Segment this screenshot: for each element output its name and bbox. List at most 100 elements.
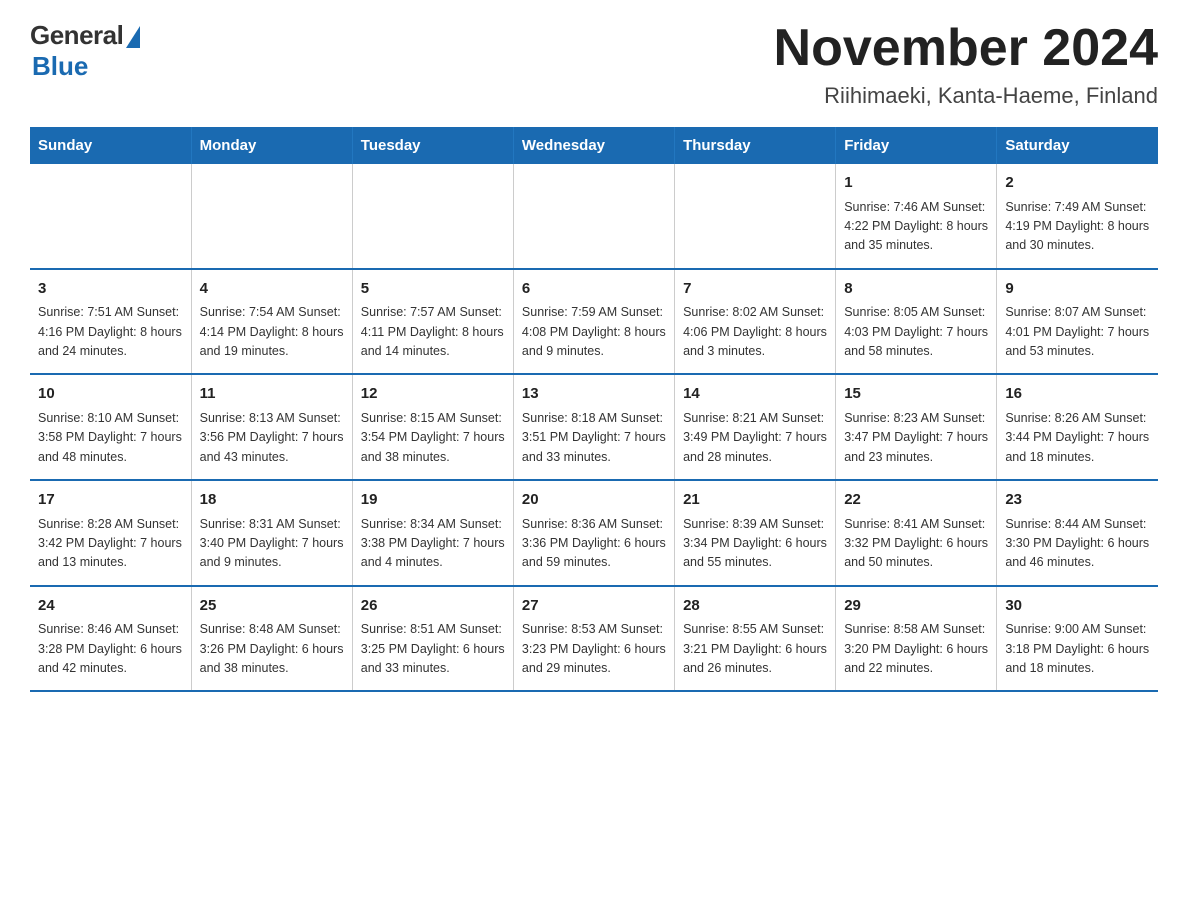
day-info: Sunrise: 7:51 AM Sunset: 4:16 PM Dayligh…: [38, 303, 183, 361]
calendar-day-cell: 29Sunrise: 8:58 AM Sunset: 3:20 PM Dayli…: [836, 586, 997, 692]
day-number: 29: [844, 595, 988, 618]
day-info: Sunrise: 7:57 AM Sunset: 4:11 PM Dayligh…: [361, 303, 505, 361]
day-info: Sunrise: 7:59 AM Sunset: 4:08 PM Dayligh…: [522, 303, 666, 361]
calendar-day-cell: 5Sunrise: 7:57 AM Sunset: 4:11 PM Daylig…: [352, 269, 513, 375]
title-area: November 2024 Riihimaeki, Kanta-Haeme, F…: [774, 20, 1158, 109]
calendar-week-row: 1 Sunrise: 7:46 AM Sunset: 4:22 PM Daylig…: [30, 164, 1158, 269]
calendar-day-cell: 12 Sunrise: 8:15 AM Sunset: 3:54 PM Dayli…: [352, 374, 513, 480]
day-of-week-header: Wednesday: [513, 127, 674, 164]
day-info: Sunrise: 8:07 AM Sunset: 4:01 PM Dayligh…: [1005, 303, 1150, 361]
logo-blue-text: Blue: [32, 51, 88, 82]
day-info: Sunrise: 8:36 AM Sunset: 3:36 PM Dayligh…: [522, 515, 666, 573]
day-number: 6: [522, 278, 666, 301]
calendar-day-cell: 26Sunrise: 8:51 AM Sunset: 3:25 PM Dayli…: [352, 586, 513, 692]
calendar-day-cell: 13Sunrise: 8:18 AM Sunset: 3:51 PM Dayli…: [513, 374, 674, 480]
day-info: Sunrise: 8:31 AM Sunset: 3:40 PM Dayligh…: [200, 515, 344, 573]
calendar-day-cell: [675, 164, 836, 269]
calendar-table: SundayMondayTuesdayWednesdayThursdayFrid…: [30, 127, 1158, 692]
calendar-day-cell: 24Sunrise: 8:46 AM Sunset: 3:28 PM Dayli…: [30, 586, 191, 692]
calendar-day-cell: [191, 164, 352, 269]
calendar-day-cell: 20 Sunrise: 8:36 AM Sunset: 3:36 PM Dayli…: [513, 480, 674, 586]
day-info: Sunrise: 8:15 AM Sunset: 3:54 PM Dayligh…: [361, 409, 505, 467]
day-number: 4: [200, 278, 344, 301]
calendar-day-cell: 27Sunrise: 8:53 AM Sunset: 3:23 PM Dayli…: [513, 586, 674, 692]
day-number: 12: [361, 383, 505, 406]
day-info: Sunrise: 8:48 AM Sunset: 3:26 PM Dayligh…: [200, 620, 344, 678]
day-number: 22: [844, 489, 988, 512]
day-info: Sunrise: 8:34 AM Sunset: 3:38 PM Dayligh…: [361, 515, 505, 573]
day-info: Sunrise: 8:39 AM Sunset: 3:34 PM Dayligh…: [683, 515, 827, 573]
day-number: 14: [683, 383, 827, 406]
calendar-day-cell: 23 Sunrise: 8:44 AM Sunset: 3:30 PM Dayli…: [997, 480, 1158, 586]
day-number: 20: [522, 489, 666, 512]
day-number: 2: [1005, 172, 1150, 195]
calendar-day-cell: 8Sunrise: 8:05 AM Sunset: 4:03 PM Daylig…: [836, 269, 997, 375]
day-info: Sunrise: 8:05 AM Sunset: 4:03 PM Dayligh…: [844, 303, 988, 361]
day-of-week-header: Friday: [836, 127, 997, 164]
calendar-day-cell: 30Sunrise: 9:00 AM Sunset: 3:18 PM Dayli…: [997, 586, 1158, 692]
day-number: 26: [361, 595, 505, 618]
day-info: Sunrise: 7:49 AM Sunset: 4:19 PM Dayligh…: [1005, 198, 1150, 256]
calendar-day-cell: 6Sunrise: 7:59 AM Sunset: 4:08 PM Daylig…: [513, 269, 674, 375]
calendar-day-cell: 11 Sunrise: 8:13 AM Sunset: 3:56 PM Dayli…: [191, 374, 352, 480]
day-number: 21: [683, 489, 827, 512]
calendar-day-cell: 7Sunrise: 8:02 AM Sunset: 4:06 PM Daylig…: [675, 269, 836, 375]
calendar-week-row: 24Sunrise: 8:46 AM Sunset: 3:28 PM Dayli…: [30, 586, 1158, 692]
day-info: Sunrise: 8:41 AM Sunset: 3:32 PM Dayligh…: [844, 515, 988, 573]
day-of-week-header: Saturday: [997, 127, 1158, 164]
day-info: Sunrise: 8:21 AM Sunset: 3:49 PM Dayligh…: [683, 409, 827, 467]
day-of-week-header: Sunday: [30, 127, 191, 164]
day-number: 11: [200, 383, 344, 406]
page-header: General Blue November 2024 Riihimaeki, K…: [30, 20, 1158, 109]
calendar-day-cell: 17 Sunrise: 8:28 AM Sunset: 3:42 PM Dayli…: [30, 480, 191, 586]
calendar-header-row: SundayMondayTuesdayWednesdayThursdayFrid…: [30, 127, 1158, 164]
calendar-day-cell: [30, 164, 191, 269]
day-info: Sunrise: 8:58 AM Sunset: 3:20 PM Dayligh…: [844, 620, 988, 678]
calendar-day-cell: 18 Sunrise: 8:31 AM Sunset: 3:40 PM Dayli…: [191, 480, 352, 586]
day-info: Sunrise: 8:26 AM Sunset: 3:44 PM Dayligh…: [1005, 409, 1150, 467]
logo-triangle-icon: [126, 26, 140, 48]
calendar-day-cell: 10 Sunrise: 8:10 AM Sunset: 3:58 PM Dayli…: [30, 374, 191, 480]
calendar-day-cell: 19 Sunrise: 8:34 AM Sunset: 3:38 PM Dayli…: [352, 480, 513, 586]
logo-general-text: General: [30, 20, 123, 51]
calendar-day-cell: 4Sunrise: 7:54 AM Sunset: 4:14 PM Daylig…: [191, 269, 352, 375]
day-number: 17: [38, 489, 183, 512]
day-number: 1: [844, 172, 988, 195]
calendar-week-row: 10 Sunrise: 8:10 AM Sunset: 3:58 PM Dayli…: [30, 374, 1158, 480]
calendar-day-cell: 16 Sunrise: 8:26 AM Sunset: 3:44 PM Dayli…: [997, 374, 1158, 480]
day-number: 28: [683, 595, 827, 618]
day-info: Sunrise: 8:23 AM Sunset: 3:47 PM Dayligh…: [844, 409, 988, 467]
day-number: 7: [683, 278, 827, 301]
main-title: November 2024: [774, 20, 1158, 77]
day-number: 18: [200, 489, 344, 512]
calendar-day-cell: 22 Sunrise: 8:41 AM Sunset: 3:32 PM Dayli…: [836, 480, 997, 586]
day-number: 19: [361, 489, 505, 512]
calendar-day-cell: 14 Sunrise: 8:21 AM Sunset: 3:49 PM Dayli…: [675, 374, 836, 480]
day-number: 23: [1005, 489, 1150, 512]
subtitle: Riihimaeki, Kanta-Haeme, Finland: [774, 83, 1158, 109]
day-number: 27: [522, 595, 666, 618]
day-info: Sunrise: 8:02 AM Sunset: 4:06 PM Dayligh…: [683, 303, 827, 361]
day-number: 24: [38, 595, 183, 618]
day-info: Sunrise: 8:18 AM Sunset: 3:51 PM Dayligh…: [522, 409, 666, 467]
day-info: Sunrise: 8:53 AM Sunset: 3:23 PM Dayligh…: [522, 620, 666, 678]
day-info: Sunrise: 8:46 AM Sunset: 3:28 PM Dayligh…: [38, 620, 183, 678]
day-info: Sunrise: 7:54 AM Sunset: 4:14 PM Dayligh…: [200, 303, 344, 361]
day-of-week-header: Thursday: [675, 127, 836, 164]
day-number: 10: [38, 383, 183, 406]
day-info: Sunrise: 8:13 AM Sunset: 3:56 PM Dayligh…: [200, 409, 344, 467]
calendar-week-row: 3Sunrise: 7:51 AM Sunset: 4:16 PM Daylig…: [30, 269, 1158, 375]
day-number: 3: [38, 278, 183, 301]
calendar-day-cell: 9Sunrise: 8:07 AM Sunset: 4:01 PM Daylig…: [997, 269, 1158, 375]
calendar-day-cell: 1 Sunrise: 7:46 AM Sunset: 4:22 PM Daylig…: [836, 164, 997, 269]
day-info: Sunrise: 7:46 AM Sunset: 4:22 PM Dayligh…: [844, 198, 988, 256]
day-number: 9: [1005, 278, 1150, 301]
day-info: Sunrise: 8:55 AM Sunset: 3:21 PM Dayligh…: [683, 620, 827, 678]
day-number: 16: [1005, 383, 1150, 406]
day-info: Sunrise: 8:28 AM Sunset: 3:42 PM Dayligh…: [38, 515, 183, 573]
calendar-day-cell: 21 Sunrise: 8:39 AM Sunset: 3:34 PM Dayli…: [675, 480, 836, 586]
day-info: Sunrise: 8:44 AM Sunset: 3:30 PM Dayligh…: [1005, 515, 1150, 573]
day-number: 8: [844, 278, 988, 301]
day-info: Sunrise: 8:10 AM Sunset: 3:58 PM Dayligh…: [38, 409, 183, 467]
day-info: Sunrise: 9:00 AM Sunset: 3:18 PM Dayligh…: [1005, 620, 1150, 678]
